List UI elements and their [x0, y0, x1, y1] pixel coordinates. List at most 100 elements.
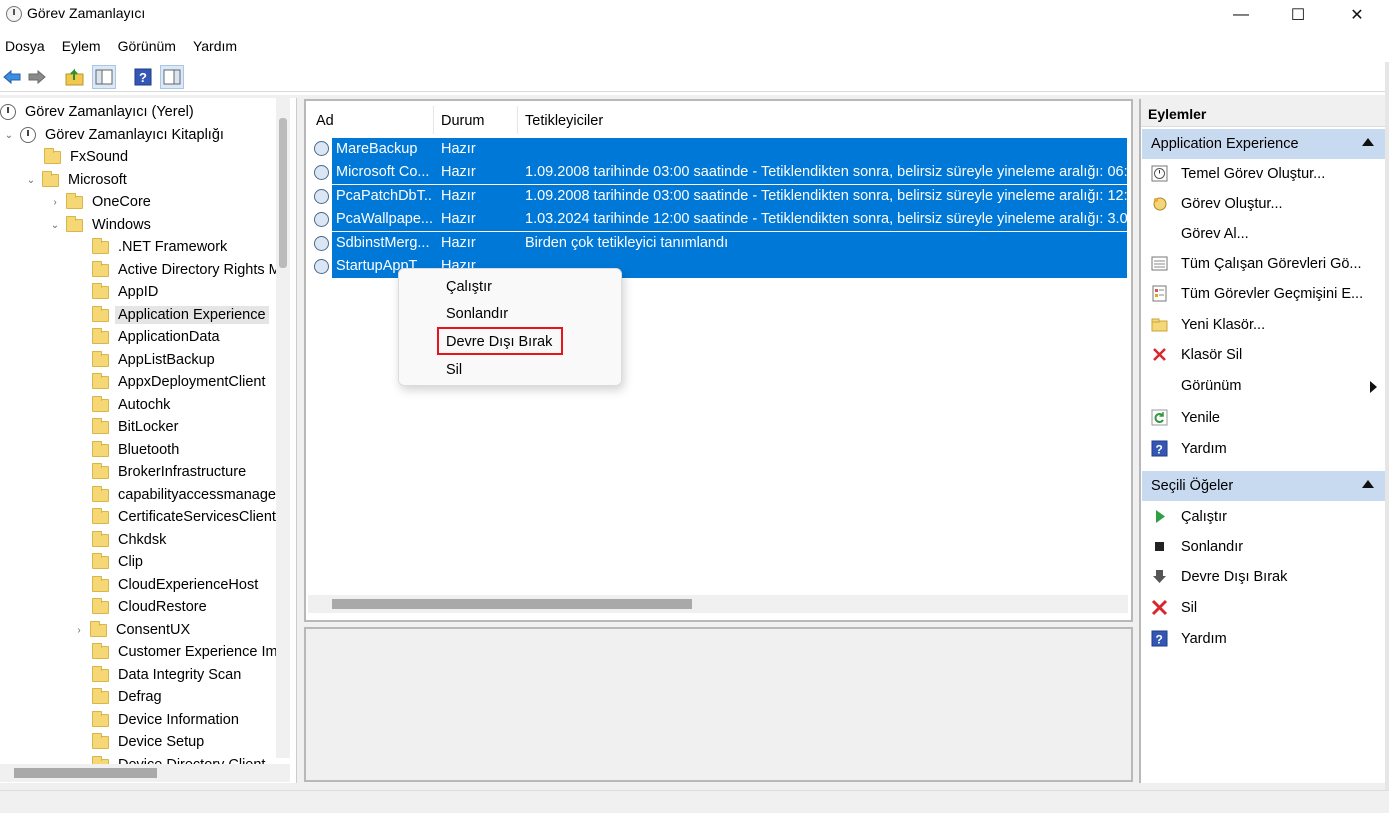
action-running-tasks[interactable]: Tüm Çalışan Görevleri Gö...: [1141, 250, 1385, 278]
action-view[interactable]: Görünüm: [1141, 372, 1385, 400]
tree-item-clip[interactable]: Clip: [92, 551, 146, 573]
action-new-folder[interactable]: Yeni Klasör...: [1141, 311, 1385, 339]
selected-action-run[interactable]: Çalıştır: [1141, 503, 1385, 531]
back-arrow-icon[interactable]: [0, 65, 24, 89]
tree-item-chkdsk[interactable]: Chkdsk: [92, 529, 169, 551]
action-refresh[interactable]: Yenile: [1141, 404, 1385, 432]
tree-root[interactable]: Görev Zamanlayıcı (Yerel): [0, 101, 197, 123]
tree-library[interactable]: ⌄ Görev Zamanlayıcı Kitaplığı: [2, 124, 227, 146]
scrollbar-thumb[interactable]: [332, 599, 692, 609]
action-history[interactable]: Tüm Görevler Geçmişini E...: [1141, 280, 1385, 308]
tree-item-bluetooth[interactable]: Bluetooth: [92, 439, 182, 461]
column-header-status[interactable]: Durum: [441, 113, 485, 129]
tree-item-applicationdata[interactable]: ApplicationData: [92, 326, 223, 348]
section-header-selected-items[interactable]: Seçili Öğeler: [1142, 471, 1386, 501]
selected-action-help[interactable]: ? Yardım: [1141, 625, 1385, 653]
task-clock-icon: [314, 189, 329, 204]
column-separator[interactable]: [517, 106, 518, 134]
tree-item-customer-experience[interactable]: Customer Experience Im: [92, 641, 281, 663]
folder-icon: [92, 575, 109, 592]
tree-item-appxdeploymentclient[interactable]: AppxDeploymentClient: [92, 371, 269, 393]
section-title: Seçili Öğeler: [1151, 478, 1234, 494]
table-row[interactable]: Microsoft Co... Hazır 1.09.2008 tarihind…: [332, 161, 1127, 184]
chevron-right-icon[interactable]: ›: [48, 197, 62, 208]
tree-item-brokerinfrastructure[interactable]: BrokerInfrastructure: [92, 461, 249, 483]
maximize-button[interactable]: ☐: [1270, 0, 1326, 30]
tree-vertical-scrollbar[interactable]: [276, 98, 290, 758]
table-row[interactable]: SdbinstMerg... Hazır Birden çok tetikley…: [332, 232, 1127, 255]
tree-item-fxsound[interactable]: FxSound: [44, 146, 131, 168]
folder-icon: [92, 327, 109, 344]
action-delete-folder[interactable]: Klasör Sil: [1141, 341, 1385, 369]
tree-item-label: Customer Experience Im: [118, 644, 278, 660]
chevron-down-icon[interactable]: ⌄: [2, 130, 16, 141]
tree-item-applistbackup[interactable]: AppListBackup: [92, 349, 218, 371]
table-row[interactable]: PcaPatchDbT... Hazır 1.09.2008 tarihinde…: [332, 185, 1127, 208]
scrollbar-thumb[interactable]: [14, 768, 157, 778]
task-clock-icon: [314, 259, 329, 274]
table-row[interactable]: PcaWallpape... Hazır 1.03.2024 tarihinde…: [332, 208, 1127, 231]
tree-item-device-setup[interactable]: Device Setup: [92, 731, 207, 753]
action-create-task[interactable]: Görev Oluştur...: [1141, 190, 1385, 218]
tree-item-microsoft[interactable]: ⌄ Microsoft: [24, 169, 130, 191]
selected-action-disable[interactable]: Devre Dışı Bırak: [1141, 563, 1385, 591]
task-list-horizontal-scrollbar[interactable]: [308, 595, 1128, 613]
menu-yardim[interactable]: Yardım: [193, 34, 237, 58]
tree-item-bitlocker[interactable]: BitLocker: [92, 416, 181, 438]
collapse-triangle-icon[interactable]: [1362, 480, 1374, 488]
tree-item-onecore[interactable]: › OneCore: [48, 191, 154, 213]
console-tree-icon[interactable]: [92, 65, 116, 89]
column-header-name[interactable]: Ad: [316, 113, 334, 129]
menu-eylem[interactable]: Eylem: [62, 34, 101, 58]
column-header-triggers[interactable]: Tetikleyiciler: [525, 113, 603, 129]
tree-item-device-information[interactable]: Device Information: [92, 709, 242, 731]
column-separator[interactable]: [433, 106, 434, 134]
tree-item-dotnet-framework[interactable]: .NET Framework: [92, 236, 230, 258]
chevron-down-icon[interactable]: ⌄: [24, 175, 38, 186]
tree-item-cloudrestore[interactable]: CloudRestore: [92, 596, 210, 618]
menu-dosya[interactable]: Dosya: [5, 34, 45, 58]
tree-item-certificateservicesclient[interactable]: CertificateServicesClient: [92, 506, 279, 528]
tree-item-data-integrity-scan[interactable]: Data Integrity Scan: [92, 664, 244, 686]
tree-item-label: .NET Framework: [118, 239, 228, 255]
forward-arrow-icon[interactable]: [25, 65, 49, 89]
table-row[interactable]: MareBackup Hazır: [332, 138, 1127, 161]
chevron-right-icon[interactable]: ›: [72, 625, 86, 636]
action-label: Çalıştır: [1181, 509, 1227, 525]
task-status: Hazır: [441, 164, 476, 180]
right-edge-scrollbar[interactable]: [1385, 62, 1389, 790]
action-basic-task[interactable]: Temel Görev Oluştur...: [1141, 160, 1385, 188]
section-header-application-experience[interactable]: Application Experience: [1142, 129, 1386, 159]
menu-gorunum[interactable]: Görünüm: [118, 34, 176, 58]
task-clock-icon: [314, 236, 329, 251]
tree-item-autochk[interactable]: Autochk: [92, 394, 173, 416]
collapse-triangle-icon[interactable]: [1362, 138, 1374, 146]
action-import-task[interactable]: Görev Al...: [1141, 220, 1385, 248]
tree-item-defrag[interactable]: Defrag: [92, 686, 165, 708]
submenu-arrow-icon: [1370, 381, 1377, 393]
selected-action-end[interactable]: Sonlandır: [1141, 533, 1385, 561]
tree-item-label: CloudExperienceHost: [118, 577, 259, 593]
help-icon[interactable]: ?: [131, 65, 155, 89]
tree-item-active-directory[interactable]: Active Directory Rights M: [92, 259, 284, 281]
tree-item-cloudexperiencehost[interactable]: CloudExperienceHost: [92, 574, 261, 596]
close-button[interactable]: ✕: [1329, 0, 1385, 30]
scrollbar-thumb[interactable]: [279, 118, 287, 268]
delete-x-icon: [1153, 348, 1166, 361]
tree-item-consentux[interactable]: › ConsentUX: [72, 619, 193, 641]
selected-action-delete[interactable]: Sil: [1141, 594, 1385, 622]
up-folder-icon[interactable]: [63, 65, 87, 89]
tree-horizontal-scrollbar[interactable]: [0, 764, 290, 782]
tree-item-appid[interactable]: AppID: [92, 281, 161, 303]
tree-item-capabilityaccessmanager[interactable]: capabilityaccessmanage: [92, 484, 279, 506]
minimize-button[interactable]: —: [1213, 0, 1269, 30]
context-menu-end[interactable]: Sonlandır: [446, 306, 508, 322]
context-menu-disable[interactable]: Devre Dışı Bırak: [446, 334, 552, 350]
action-pane-icon[interactable]: [160, 65, 184, 89]
context-menu-delete[interactable]: Sil: [446, 362, 462, 378]
action-help[interactable]: ? Yardım: [1141, 435, 1385, 463]
tree-item-windows[interactable]: ⌄ Windows: [48, 214, 154, 236]
chevron-down-icon[interactable]: ⌄: [48, 220, 62, 231]
context-menu-run[interactable]: Çalıştır: [446, 279, 492, 295]
tree-item-application-experience[interactable]: Application Experience: [92, 304, 269, 326]
